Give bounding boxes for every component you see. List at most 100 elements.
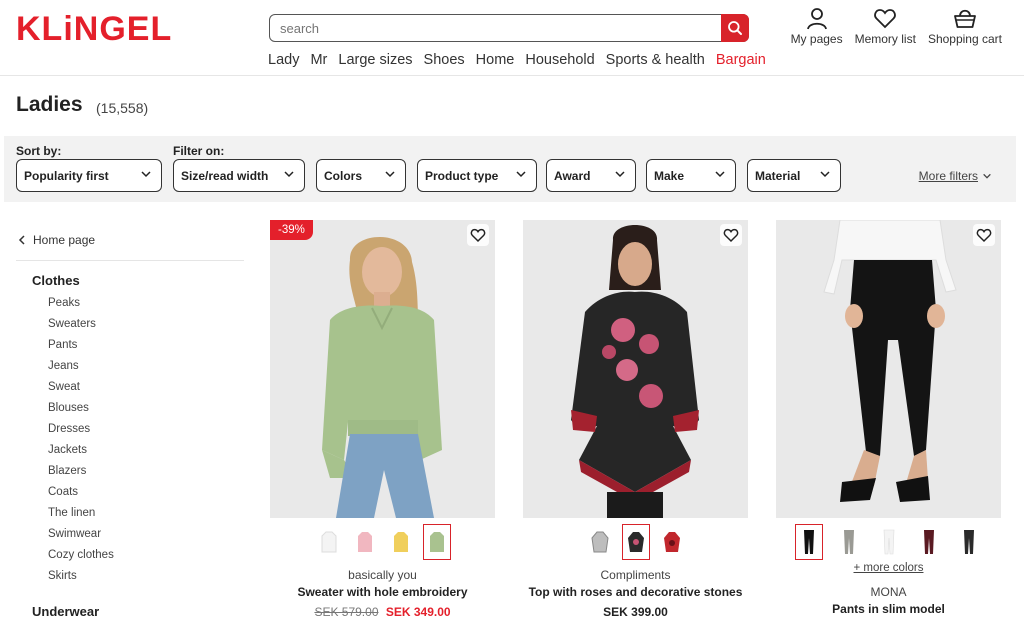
- memory-list-link[interactable]: Memory list: [855, 6, 916, 46]
- sidebar-item-jackets[interactable]: Jackets: [48, 443, 114, 464]
- memory-list-label: Memory list: [854, 32, 916, 46]
- heart-icon: [874, 9, 897, 29]
- product-name[interactable]: Pants in slim model: [776, 602, 1001, 616]
- product-price: SEK 399.00: [523, 605, 748, 619]
- filter-award-dropdown[interactable]: Award: [546, 159, 636, 192]
- filter-option-label: Material: [755, 168, 801, 183]
- search-input[interactable]: [280, 19, 710, 37]
- chevron-down-icon: [820, 171, 830, 178]
- color-swatch-selected[interactable]: [422, 524, 451, 560]
- filter-label: Filter on:: [173, 144, 225, 158]
- filter-material-dropdown[interactable]: Material: [747, 159, 841, 192]
- nav-home[interactable]: Home: [476, 52, 515, 68]
- chevron-down-icon: [715, 171, 725, 178]
- color-swatches: [776, 524, 1001, 560]
- search-button[interactable]: [721, 14, 749, 42]
- my-pages-label: My pages: [790, 32, 843, 46]
- sidebar-item-dresses[interactable]: Dresses: [48, 422, 114, 443]
- search-bar[interactable]: [269, 14, 749, 42]
- site-header: KLiNGEL Lady Mr Large sizes Shoes Home H…: [0, 0, 1024, 76]
- sidebar-item-coats[interactable]: Coats: [48, 485, 114, 506]
- color-swatch[interactable]: [351, 524, 379, 560]
- sidebar-item-blazers[interactable]: Blazers: [48, 464, 114, 485]
- price-value: SEK 399.00: [603, 605, 668, 619]
- nav-bargain[interactable]: Bargain: [716, 52, 766, 68]
- heart-icon: [470, 228, 486, 243]
- wishlist-button[interactable]: [973, 224, 995, 246]
- filter-colors-dropdown[interactable]: Colors: [316, 159, 406, 192]
- nav-mr[interactable]: Mr: [310, 52, 327, 68]
- wishlist-button[interactable]: [467, 224, 489, 246]
- sidebar-category-clothes[interactable]: Clothes: [32, 273, 80, 288]
- basket-icon: [954, 9, 976, 28]
- chevron-down-icon: [284, 171, 294, 178]
- sidebar-item-pants[interactable]: Pants: [48, 338, 114, 359]
- nav-shoes[interactable]: Shoes: [424, 52, 465, 68]
- chevron-down-icon: [516, 171, 526, 178]
- more-colors-link[interactable]: + more colors: [776, 562, 1001, 574]
- wishlist-button[interactable]: [720, 224, 742, 246]
- user-icon: [806, 8, 827, 30]
- search-icon: [728, 21, 742, 35]
- sidebar-item-cozy-clothes[interactable]: Cozy clothes: [48, 548, 114, 569]
- sidebar-subcategory-list: Peaks Sweaters Pants Jeans Sweat Blouses…: [48, 296, 114, 590]
- filter-make-dropdown[interactable]: Make: [646, 159, 736, 192]
- klingel-logo[interactable]: KLiNGEL: [16, 10, 172, 49]
- product-photo-top: [523, 220, 748, 518]
- filter-option-label: Product type: [425, 168, 499, 183]
- sidebar-item-jeans[interactable]: Jeans: [48, 359, 114, 380]
- color-swatch[interactable]: [586, 524, 614, 560]
- color-swatch[interactable]: [955, 524, 983, 560]
- my-pages-link[interactable]: My pages: [791, 6, 843, 46]
- chevron-down-icon: [141, 171, 151, 178]
- sidebar-item-sweat[interactable]: Sweat: [48, 380, 114, 401]
- sidebar-home-link[interactable]: Home page: [18, 233, 95, 247]
- chevron-down-icon: [983, 173, 991, 179]
- page-title: Ladies: [16, 93, 83, 116]
- more-filters-link[interactable]: More filters: [919, 169, 992, 183]
- product-name[interactable]: Top with roses and decorative stones: [523, 585, 748, 599]
- nav-large-sizes[interactable]: Large sizes: [338, 52, 412, 68]
- color-swatch-selected[interactable]: [794, 524, 823, 560]
- color-swatch[interactable]: [658, 524, 686, 560]
- more-filters-label: More filters: [918, 169, 978, 183]
- filter-option-label: Award: [554, 168, 591, 183]
- old-price: SEK 579.00: [314, 605, 379, 619]
- shopping-cart-link[interactable]: Shopping cart: [928, 6, 1002, 46]
- sidebar-item-skirts[interactable]: Skirts: [48, 569, 114, 590]
- discount-badge: -39%: [270, 220, 313, 240]
- color-swatch[interactable]: [315, 524, 343, 560]
- color-swatch[interactable]: [915, 524, 943, 560]
- header-actions: My pages Memory list Shopping cart: [791, 6, 1002, 46]
- product-photo-pants: [776, 220, 1001, 518]
- sidebar-category-underwear[interactable]: Underwear: [32, 604, 99, 619]
- sidebar-divider: [16, 260, 244, 261]
- sidebar-item-swimwear[interactable]: Swimwear: [48, 527, 114, 548]
- nav-lady[interactable]: Lady: [268, 52, 299, 68]
- filter-product-type-dropdown[interactable]: Product type: [417, 159, 537, 192]
- color-swatch[interactable]: [387, 524, 415, 560]
- filter-bar: Sort by: Popularity first Filter on: Siz…: [4, 136, 1016, 202]
- product-image[interactable]: [523, 220, 748, 518]
- sidebar-item-the-linen[interactable]: The linen: [48, 506, 114, 527]
- chevron-down-icon: [385, 171, 395, 178]
- sort-dropdown[interactable]: Popularity first: [16, 159, 162, 192]
- sort-label: Sort by:: [16, 144, 62, 158]
- color-swatch[interactable]: [835, 524, 863, 560]
- nav-household[interactable]: Household: [525, 52, 594, 68]
- filter-size-dropdown[interactable]: Size/read width: [173, 159, 305, 192]
- main-nav: Lady Mr Large sizes Shoes Home Household…: [268, 52, 766, 68]
- product-image[interactable]: [776, 220, 1001, 518]
- product-image[interactable]: [270, 220, 495, 518]
- product-name[interactable]: Sweater with hole embroidery: [270, 585, 495, 599]
- chevron-left-icon: [18, 235, 25, 245]
- sale-price: SEK 349.00: [385, 605, 451, 619]
- color-swatch[interactable]: [875, 524, 903, 560]
- filter-option-label: Size/read width: [181, 168, 269, 183]
- product-count: (15,558): [96, 100, 149, 116]
- nav-sports-health[interactable]: Sports & health: [606, 52, 705, 68]
- sidebar-item-blouses[interactable]: Blouses: [48, 401, 114, 422]
- color-swatch-selected[interactable]: [621, 524, 650, 560]
- sidebar-item-peaks[interactable]: Peaks: [48, 296, 114, 317]
- sidebar-item-sweaters[interactable]: Sweaters: [48, 317, 114, 338]
